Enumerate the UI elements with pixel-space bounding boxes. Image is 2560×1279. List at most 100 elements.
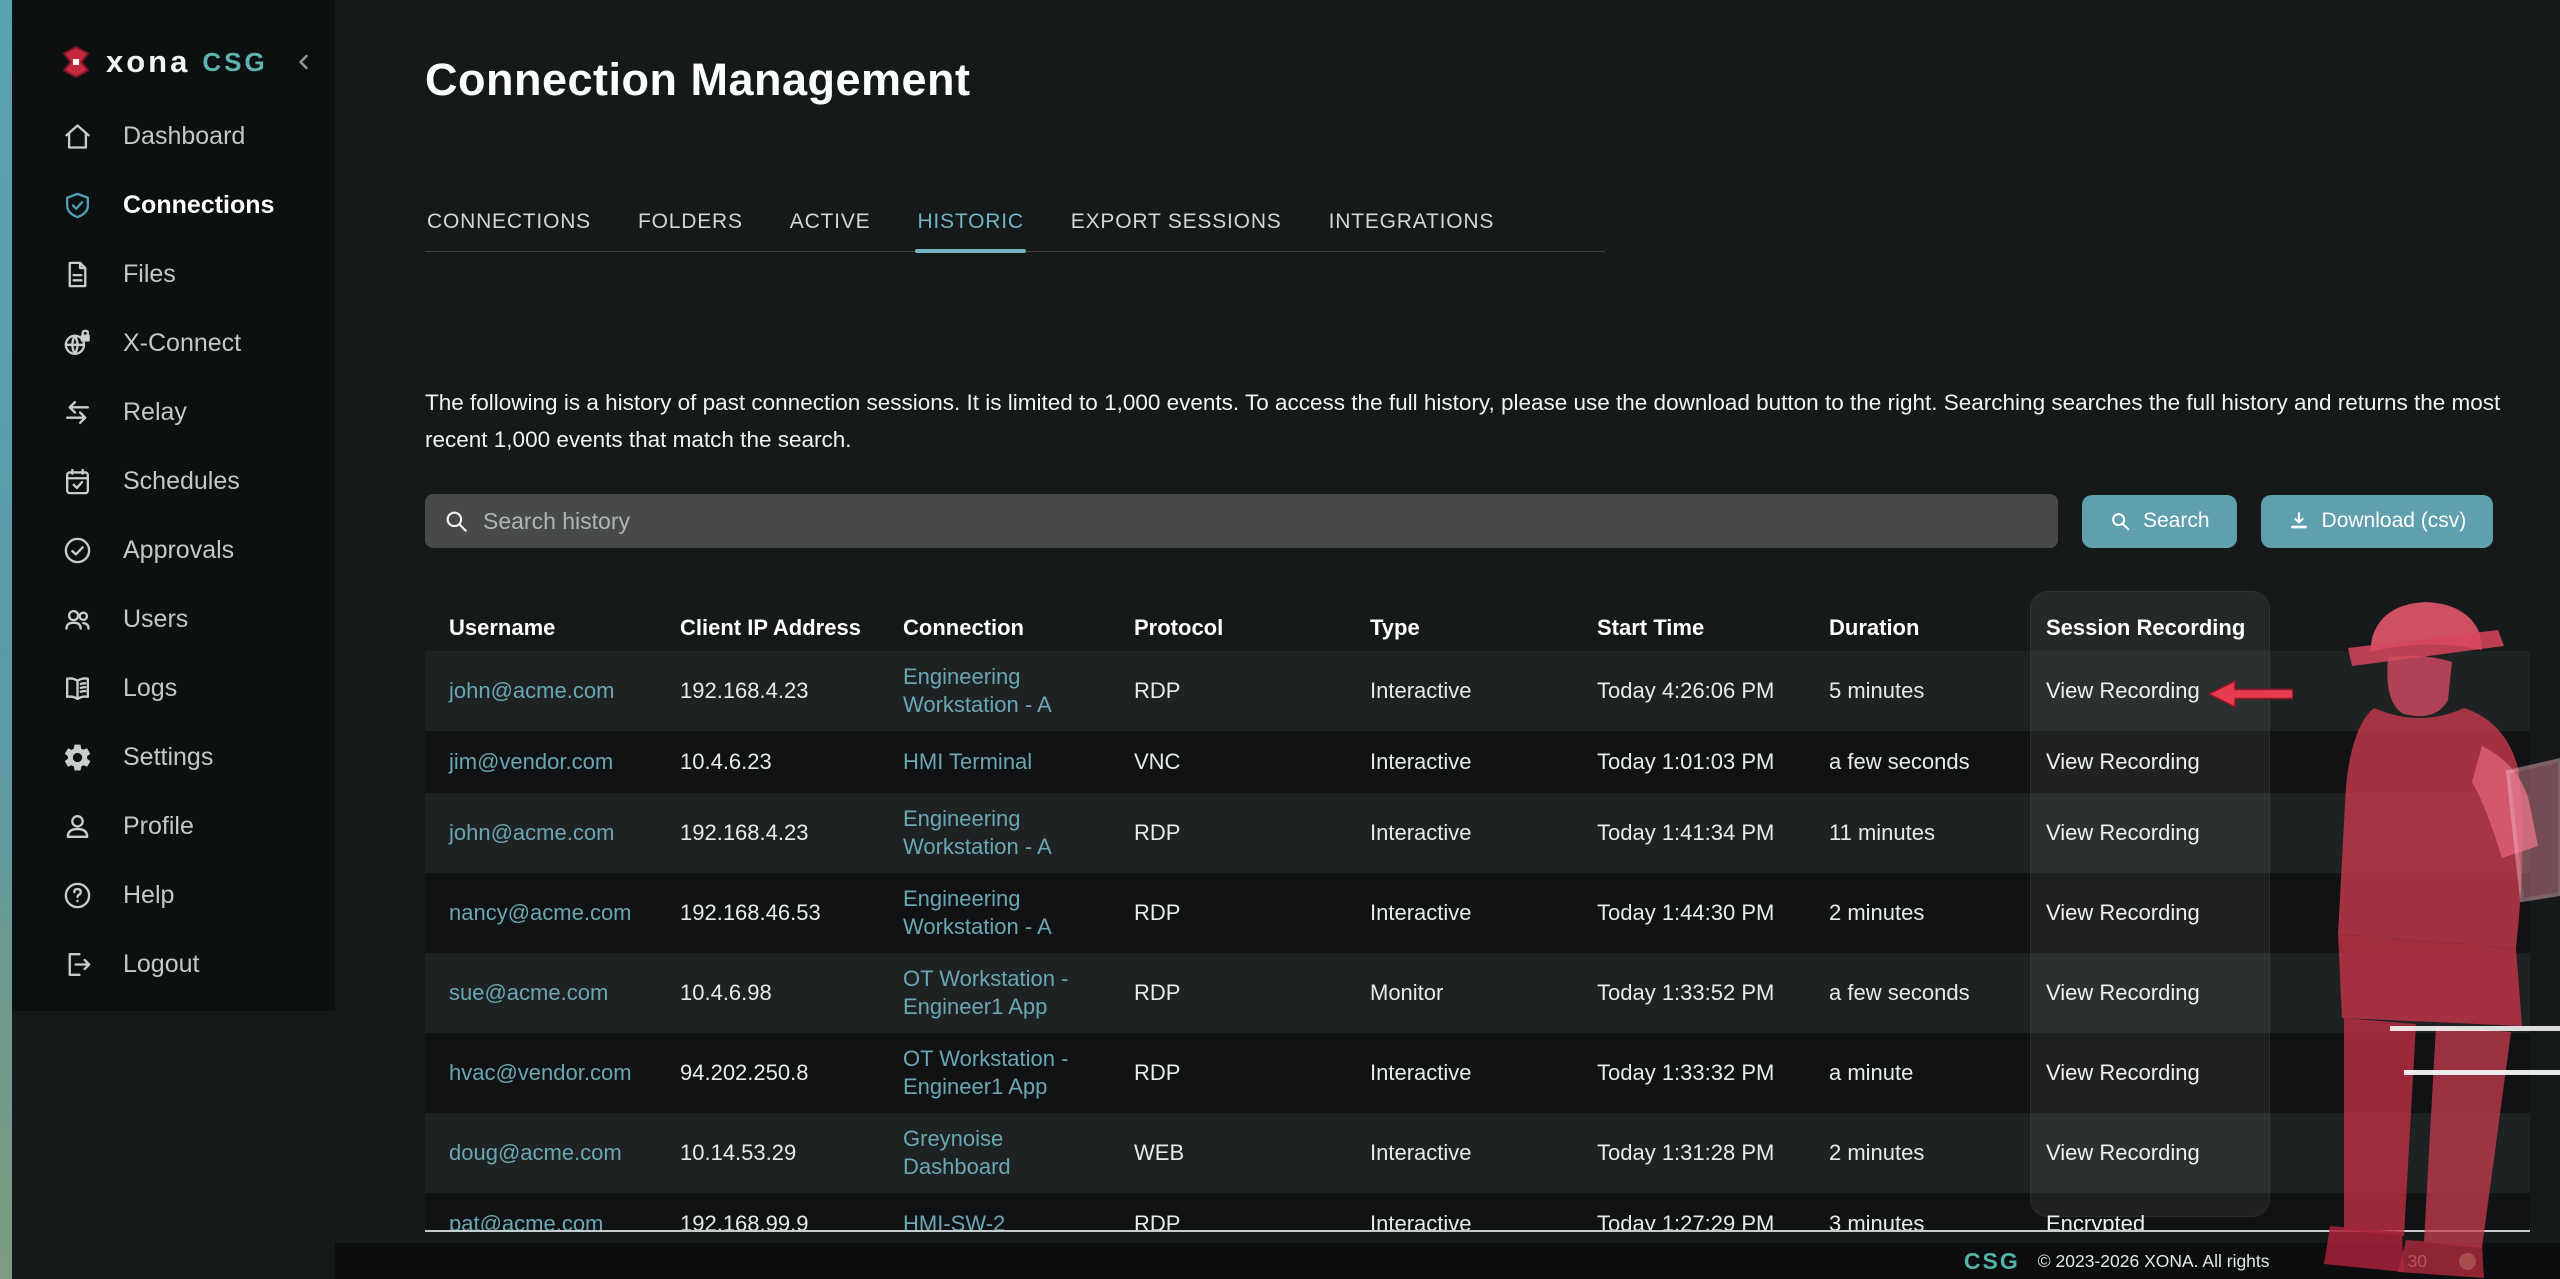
status-indicator	[2459, 1253, 2476, 1270]
tab-export-sessions[interactable]: EXPORT SESSIONS	[1069, 200, 1284, 251]
cell-start-time: Today 1:44:30 PM	[1597, 899, 1829, 927]
column-header-start-time: Start Time	[1597, 615, 1829, 641]
cell-connection-link[interactable]: Engineering Workstation - A	[903, 805, 1134, 861]
tab-historic[interactable]: HISTORIC	[915, 200, 1025, 251]
sidebar-item-schedules[interactable]: Schedules	[12, 447, 335, 516]
cell-type: Interactive	[1370, 819, 1597, 847]
sidebar-item-logs[interactable]: Logs	[12, 654, 335, 723]
cell-type: Interactive	[1370, 1210, 1597, 1232]
tab-integrations[interactable]: INTEGRATIONS	[1327, 200, 1497, 251]
cell-type: Interactive	[1370, 748, 1597, 776]
table-row: sue@acme.com10.4.6.98OT Workstation - En…	[425, 953, 2530, 1033]
users-icon	[62, 604, 93, 635]
gear-icon	[62, 742, 93, 773]
view-recording-link[interactable]: View Recording	[2046, 748, 2506, 776]
check-circle-icon	[62, 535, 93, 566]
cell-username[interactable]: doug@acme.com	[449, 1139, 680, 1167]
shield-check-icon	[62, 190, 93, 221]
left-accent-strip	[0, 0, 12, 1279]
column-header-duration: Duration	[1829, 615, 2046, 641]
cell-duration: 3 minutes	[1829, 1210, 2046, 1232]
search-button-label: Search	[2143, 509, 2210, 533]
table-row: hvac@vendor.com94.202.250.8OT Workstatio…	[425, 1033, 2530, 1113]
cell-protocol: RDP	[1134, 979, 1370, 1007]
sidebar-item-label: Settings	[123, 743, 213, 772]
sidebar-item-users[interactable]: Users	[12, 585, 335, 654]
view-recording-link[interactable]: View Recording	[2046, 1059, 2506, 1087]
cell-username[interactable]: pat@acme.com	[449, 1210, 680, 1232]
sidebar-item-help[interactable]: Help	[12, 861, 335, 930]
table-row: nancy@acme.com192.168.46.53Engineering W…	[425, 873, 2530, 953]
sidebar-item-label: Files	[123, 260, 176, 289]
page-title: Connection Management	[425, 54, 2530, 106]
cell-start-time: Today 1:41:34 PM	[1597, 819, 1829, 847]
footer-bar: CSG © 2023-2026 XONA. All rights 30	[335, 1243, 2560, 1279]
view-recording-link[interactable]: Encrypted	[2046, 1210, 2506, 1232]
cell-connection-link[interactable]: Engineering Workstation - A	[903, 663, 1134, 719]
cell-connection-link[interactable]: OT Workstation - Engineer1 App	[903, 1045, 1134, 1101]
tab-connections[interactable]: CONNECTIONS	[425, 200, 593, 251]
download-csv-button[interactable]: Download (csv)	[2261, 495, 2494, 548]
sidebar-item-profile[interactable]: Profile	[12, 792, 335, 861]
cell-client-ip: 94.202.250.8	[680, 1059, 903, 1087]
cell-protocol: RDP	[1134, 677, 1370, 705]
cell-connection-link[interactable]: HMI Terminal	[903, 748, 1134, 776]
sidebar-item-x-connect[interactable]: X-Connect	[12, 309, 335, 378]
cell-protocol: RDP	[1134, 819, 1370, 847]
cell-username[interactable]: nancy@acme.com	[449, 899, 680, 927]
footer-copyright: © 2023-2026 XONA. All rights	[2038, 1251, 2270, 1272]
cell-username[interactable]: sue@acme.com	[449, 979, 680, 1007]
sidebar-item-connections[interactable]: Connections	[12, 171, 335, 240]
sidebar-item-approvals[interactable]: Approvals	[12, 516, 335, 585]
view-recording-link[interactable]: View Recording	[2046, 899, 2506, 927]
cell-type: Interactive	[1370, 899, 1597, 927]
cell-connection-link[interactable]: Engineering Workstation - A	[903, 885, 1134, 941]
cell-start-time: Today 1:27:29 PM	[1597, 1210, 1829, 1232]
main-content: Connection Management CONNECTIONS FOLDERS…	[335, 0, 2560, 1243]
view-recording-link[interactable]: View Recording	[2046, 819, 2506, 847]
download-button-label: Download (csv)	[2322, 509, 2467, 533]
column-header-username: Username	[449, 615, 680, 641]
sidebar-item-label: Profile	[123, 812, 194, 841]
tab-folders[interactable]: FOLDERS	[636, 200, 745, 251]
file-icon	[62, 259, 93, 290]
brand-name: xona	[106, 44, 190, 80]
sidebar-item-relay[interactable]: Relay	[12, 378, 335, 447]
sidebar-item-logout[interactable]: Logout	[12, 930, 335, 999]
cell-protocol: VNC	[1134, 748, 1370, 776]
cell-duration: 2 minutes	[1829, 1139, 2046, 1167]
view-recording-link[interactable]: View Recording	[2046, 979, 2506, 1007]
cell-connection-link[interactable]: Greynoise Dashboard	[903, 1125, 1134, 1181]
sidebar-item-settings[interactable]: Settings	[12, 723, 335, 792]
column-header-connection: Connection	[903, 615, 1134, 641]
help-circle-icon	[62, 880, 93, 911]
history-table-zone: UsernameClient IP AddressConnectionProto…	[425, 604, 2530, 1232]
calendar-check-icon	[62, 466, 93, 497]
cell-username[interactable]: john@acme.com	[449, 677, 680, 705]
xona-logo-icon	[58, 44, 94, 80]
sidebar-item-files[interactable]: Files	[12, 240, 335, 309]
sidebar: xona CSG DashboardConnectionsFilesX-Conn…	[12, 0, 335, 1011]
home-icon	[62, 121, 93, 152]
sidebar-item-label: Approvals	[123, 536, 234, 565]
app-window: xona CSG DashboardConnectionsFilesX-Conn…	[0, 0, 2560, 1279]
cell-connection-link[interactable]: OT Workstation - Engineer1 App	[903, 965, 1134, 1021]
cell-connection-link[interactable]: HMI-SW-2	[903, 1210, 1134, 1232]
cell-username[interactable]: hvac@vendor.com	[449, 1059, 680, 1087]
search-box[interactable]	[425, 494, 2058, 548]
cell-duration: 5 minutes	[1829, 677, 2046, 705]
sidebar-item-label: Schedules	[123, 467, 240, 496]
search-button[interactable]: Search	[2082, 495, 2237, 548]
sidebar-item-dashboard[interactable]: Dashboard	[12, 102, 335, 171]
cell-username[interactable]: jim@vendor.com	[449, 748, 680, 776]
cell-client-ip: 192.168.46.53	[680, 899, 903, 927]
download-icon	[2288, 510, 2310, 532]
cell-type: Interactive	[1370, 677, 1597, 705]
cell-username[interactable]: john@acme.com	[449, 819, 680, 847]
sidebar-collapse-button[interactable]	[292, 50, 316, 74]
view-recording-link[interactable]: View Recording	[2046, 1139, 2506, 1167]
tab-active[interactable]: ACTIVE	[788, 200, 873, 251]
table-body: john@acme.com192.168.4.23Engineering Wor…	[425, 651, 2530, 1232]
cell-duration: a few seconds	[1829, 748, 2046, 776]
search-input[interactable]	[483, 508, 2040, 535]
